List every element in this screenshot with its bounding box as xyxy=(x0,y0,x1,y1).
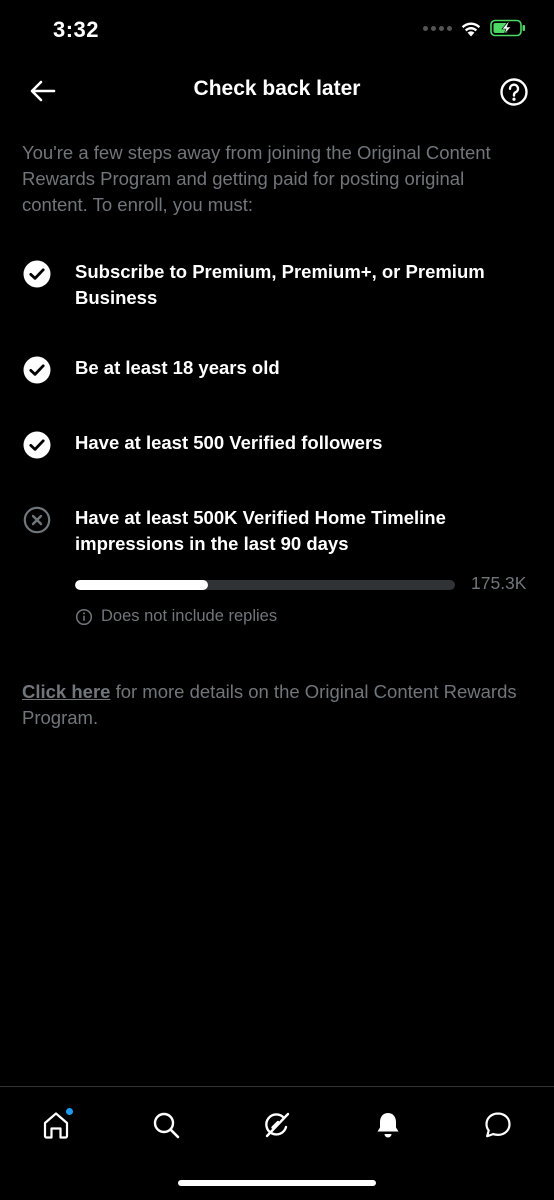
status-bar: 3:32 xyxy=(0,0,554,60)
progress-value: 175.3K xyxy=(471,573,527,593)
more-details-text: Click here for more details on the Origi… xyxy=(22,679,532,731)
requirement-text: Subscribe to Premium, Premium+, or Premi… xyxy=(75,261,485,308)
requirement-text: Have at least 500K Verified Home Timelin… xyxy=(75,507,446,554)
nav-search[interactable] xyxy=(146,1105,186,1145)
check-circle-icon xyxy=(23,356,51,384)
impressions-progress: 175.3K xyxy=(75,573,535,593)
intro-text: You're a few steps away from joining the… xyxy=(22,142,491,215)
nav-home[interactable] xyxy=(36,1105,76,1145)
click-here-link[interactable]: Click here xyxy=(22,681,110,702)
progress-fill xyxy=(75,580,208,590)
search-icon xyxy=(153,1112,180,1139)
progress-track xyxy=(75,580,455,590)
requirement-text: Be at least 18 years old xyxy=(75,357,280,378)
requirement-text: Have at least 500 Verified followers xyxy=(75,432,383,453)
x-circle-icon xyxy=(23,506,51,534)
status-icons xyxy=(423,19,526,37)
grok-icon xyxy=(265,1112,290,1138)
page-title: Check back later xyxy=(193,77,361,100)
home-indicator xyxy=(178,1180,376,1186)
nav-grok[interactable] xyxy=(257,1105,297,1145)
status-time: 3:32 xyxy=(53,17,100,42)
notification-dot xyxy=(66,1108,73,1115)
wifi-icon xyxy=(461,21,481,36)
nav-messages[interactable] xyxy=(478,1105,518,1145)
check-circle-icon xyxy=(23,260,51,288)
messages-icon xyxy=(485,1112,511,1138)
progress-note: Does not include replies xyxy=(75,607,277,626)
nav-notifications[interactable] xyxy=(368,1105,408,1145)
info-icon xyxy=(75,608,93,625)
battery-charging-icon xyxy=(490,19,525,37)
help-button[interactable] xyxy=(498,76,530,108)
header: Check back later xyxy=(0,62,554,122)
cellular-signal-icon xyxy=(423,25,452,31)
help-icon xyxy=(500,78,528,106)
check-circle-icon xyxy=(23,431,51,459)
notifications-icon xyxy=(377,1113,399,1138)
progress-note-text: Does not include replies xyxy=(101,607,278,625)
